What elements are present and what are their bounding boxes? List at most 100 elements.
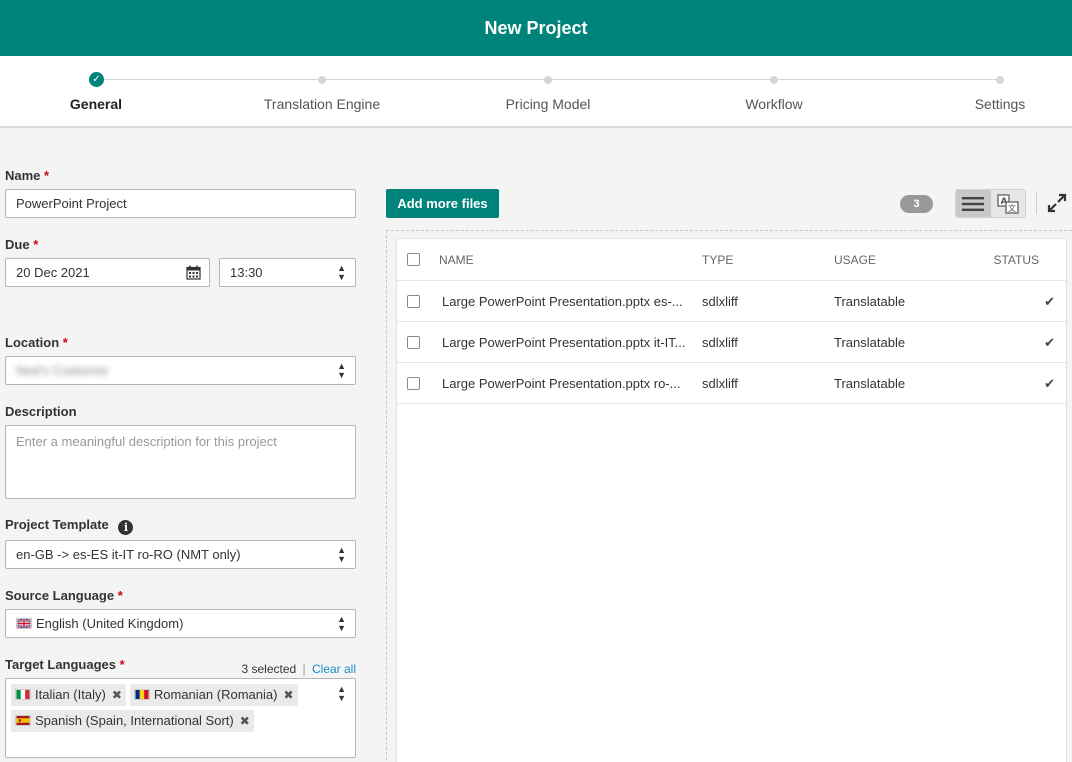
- uk-flag-icon: [16, 618, 32, 629]
- source-language-label: Source Language *: [5, 588, 123, 603]
- target-languages-summary: 3 selected | Clear all: [241, 662, 356, 676]
- tag-label: Spanish (Spain, International Sort): [35, 713, 234, 728]
- table-row[interactable]: Large PowerPoint Presentation.pptx it-IT…: [397, 322, 1066, 363]
- source-language-select[interactable]: English (United Kingdom) ▲ ▼: [5, 609, 356, 638]
- sort-arrows-icon: ▲ ▼: [337, 544, 346, 564]
- name-label: Name *: [5, 168, 49, 183]
- file-usage: Translatable: [834, 294, 906, 309]
- table-header-row: NAME TYPE USAGE STATUS: [397, 239, 1066, 281]
- step-dot: [770, 76, 778, 84]
- check-icon: ✔: [1044, 376, 1055, 391]
- svg-text:文: 文: [1008, 203, 1016, 213]
- table-row[interactable]: Large PowerPoint Presentation.pptx es-..…: [397, 281, 1066, 322]
- sort-arrows-icon: ▲ ▼: [337, 262, 346, 282]
- toolbar-divider: [1036, 192, 1037, 214]
- close-icon[interactable]: ✖: [112, 688, 122, 702]
- due-label-text: Due: [5, 237, 30, 252]
- project-template-label-text: Project Template: [5, 517, 109, 532]
- project-template-value: en-GB -> es-ES it-IT ro-RO (NMT only): [16, 547, 241, 562]
- due-date-value: 20 Dec 2021: [16, 265, 90, 280]
- separator: |: [302, 662, 306, 676]
- project-template-select[interactable]: en-GB -> es-ES it-IT ro-RO (NMT only) ▲ ▼: [5, 540, 356, 569]
- required-mark: *: [44, 168, 50, 183]
- name-value: PowerPoint Project: [16, 196, 127, 211]
- required-mark: *: [33, 237, 39, 252]
- wizard-stepper: ✓ General Translation Engine Pricing Mod…: [0, 56, 1072, 128]
- romania-flag-icon: [133, 689, 150, 700]
- info-circle-icon[interactable]: i: [118, 520, 134, 535]
- file-type: sdlxliff: [702, 294, 738, 309]
- row-checkbox[interactable]: [407, 377, 420, 390]
- table-row[interactable]: Large PowerPoint Presentation.pptx ro-..…: [397, 363, 1066, 404]
- step-label: Translation Engine: [263, 96, 381, 112]
- file-name: Large PowerPoint Presentation.pptx es-..…: [442, 294, 683, 309]
- file-type: sdlxliff: [702, 335, 738, 350]
- location-select[interactable]: Ned's Customer ▲ ▼: [5, 356, 356, 385]
- due-time-value: 13:30: [230, 265, 263, 280]
- page-header: New Project: [0, 0, 1072, 56]
- selected-count: 3 selected: [241, 662, 297, 676]
- files-table: NAME TYPE USAGE STATUS Large PowerPoint …: [396, 238, 1067, 762]
- column-header-type[interactable]: TYPE: [702, 239, 733, 281]
- step-workflow[interactable]: Workflow: [694, 56, 854, 128]
- required-mark: *: [117, 588, 123, 603]
- column-header-status[interactable]: STATUS: [993, 239, 1039, 281]
- step-general[interactable]: ✓ General: [16, 56, 176, 128]
- due-label: Due *: [5, 237, 38, 252]
- file-usage: Translatable: [834, 335, 906, 350]
- close-icon[interactable]: ✖: [283, 688, 293, 702]
- row-checkbox[interactable]: [407, 295, 420, 308]
- description-label: Description: [5, 404, 77, 419]
- sort-arrows-icon: ▲ ▼: [337, 683, 346, 703]
- tag-label: Italian (Italy): [35, 687, 106, 702]
- spain-flag-icon: [15, 715, 31, 726]
- step-label: Workflow: [745, 96, 803, 112]
- translate-view-button[interactable]: A 文: [991, 190, 1026, 217]
- name-input[interactable]: PowerPoint Project: [5, 189, 356, 218]
- location-label: Location *: [5, 335, 68, 350]
- list-view-button[interactable]: [956, 190, 991, 217]
- target-languages-multiselect[interactable]: Italian (Italy) ✖ Romanian (Romania) ✖ Spa…: [5, 678, 356, 758]
- project-template-label: Project Template i: [5, 517, 134, 535]
- target-language-tag-romanian: Romanian (Romania) ✖: [129, 684, 298, 706]
- view-toggle: A 文: [955, 189, 1026, 218]
- target-languages-label-text: Target Languages: [5, 657, 117, 672]
- file-name: Large PowerPoint Presentation.pptx it-IT…: [442, 335, 686, 350]
- due-date-input[interactable]: 20 Dec 2021: [5, 258, 210, 287]
- list-view-icon: [962, 196, 985, 211]
- target-language-tag-spanish: Spanish (Spain, International Sort) ✖: [11, 710, 254, 732]
- step-settings[interactable]: Settings: [920, 56, 1072, 128]
- sort-arrows-icon: ▲ ▼: [337, 360, 346, 380]
- row-checkbox[interactable]: [407, 336, 420, 349]
- file-type: sdlxliff: [702, 376, 738, 391]
- close-icon[interactable]: ✖: [240, 714, 250, 728]
- clear-all-link[interactable]: Clear all: [312, 662, 356, 676]
- tag-label: Romanian (Romania): [153, 687, 278, 702]
- add-more-files-button[interactable]: Add more files: [386, 189, 499, 218]
- step-label: General: [69, 96, 123, 112]
- column-header-name[interactable]: NAME: [439, 239, 474, 281]
- required-mark: *: [119, 657, 125, 672]
- file-count-badge: 3: [900, 195, 933, 213]
- name-label-text: Name: [5, 168, 41, 183]
- page-title: New Project: [484, 17, 588, 38]
- step-dot: [544, 76, 552, 84]
- check-icon: ✔: [1044, 294, 1055, 309]
- column-header-usage[interactable]: USAGE: [834, 239, 876, 281]
- source-language-value: English (United Kingdom): [36, 616, 184, 631]
- expand-icon[interactable]: [1047, 193, 1067, 213]
- location-value: Ned's Customer: [16, 363, 109, 378]
- step-translation-engine[interactable]: Translation Engine: [242, 56, 402, 128]
- italy-flag-icon: [15, 689, 31, 700]
- step-dot: [996, 76, 1004, 84]
- step-pricing-model[interactable]: Pricing Model: [468, 56, 628, 128]
- description-label-text: Description: [5, 404, 77, 419]
- due-time-select[interactable]: 13:30 ▲ ▼: [219, 258, 356, 287]
- description-textarea[interactable]: [5, 425, 356, 499]
- source-language-label-text: Source Language: [5, 588, 115, 603]
- select-all-checkbox[interactable]: [407, 253, 420, 266]
- calendar-icon[interactable]: [186, 265, 201, 280]
- check-circle-icon: ✓: [89, 72, 104, 87]
- file-usage: Translatable: [834, 376, 906, 391]
- check-icon: ✔: [1044, 335, 1055, 350]
